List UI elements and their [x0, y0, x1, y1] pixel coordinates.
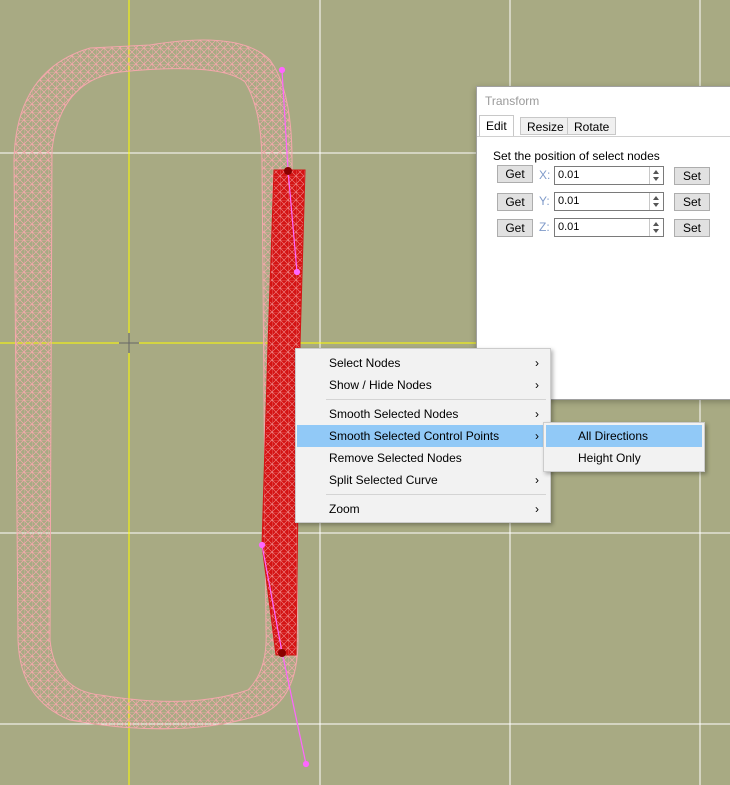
menu-separator	[326, 399, 546, 400]
menu-item-label: Smooth Selected Control Points	[329, 429, 500, 443]
tab-rotate[interactable]: Rotate	[567, 117, 617, 135]
get-z-button[interactable]: Get	[497, 219, 533, 237]
menu-item-label: Select Nodes	[329, 356, 401, 370]
chevron-right-icon: ›	[535, 502, 539, 516]
submenu-item-height-only[interactable]: Height Only	[546, 447, 702, 469]
tab-edit[interactable]: Edit	[479, 115, 514, 137]
tab-resize[interactable]: Resize	[520, 117, 571, 135]
spin-up-icon[interactable]	[653, 170, 659, 174]
origin-cross	[119, 333, 139, 353]
spin-up-icon[interactable]	[653, 222, 659, 226]
menu-item-label: Smooth Selected Nodes	[329, 407, 459, 421]
set-y-button[interactable]: Set	[674, 193, 710, 211]
menu-item-split-selected-curve[interactable]: Split Selected Curve ›	[297, 469, 549, 491]
track-mesh[interactable]	[13, 39, 299, 730]
chevron-right-icon: ›	[535, 356, 539, 370]
chevron-right-icon: ›	[535, 429, 539, 443]
menu-item-remove-selected-nodes[interactable]: Remove Selected Nodes	[297, 447, 549, 469]
get-x-button[interactable]: Get	[497, 165, 533, 183]
menu-item-select-nodes[interactable]: Select Nodes ›	[297, 352, 549, 374]
menu-item-label: Split Selected Curve	[329, 473, 438, 487]
menu-item-label: Zoom	[329, 502, 360, 516]
z-axis-label: Z:	[539, 220, 550, 234]
x-axis-label: X:	[539, 168, 551, 182]
spin-up-icon[interactable]	[653, 196, 659, 200]
context-menu: Select Nodes › Show / Hide Nodes › Smoot…	[295, 348, 551, 523]
x-value: 0.01	[558, 169, 580, 181]
z-value: 0.01	[558, 221, 580, 233]
chevron-right-icon: ›	[535, 473, 539, 487]
tab-divider	[477, 136, 730, 137]
y-value: 0.01	[558, 195, 580, 207]
edit-caption: Set the position of select nodes	[493, 149, 660, 163]
menu-item-show-hide-nodes[interactable]: Show / Hide Nodes ›	[297, 374, 549, 396]
y-axis-label: Y:	[539, 194, 550, 208]
z-spinner[interactable]	[649, 219, 663, 236]
x-spinner[interactable]	[649, 167, 663, 184]
submenu-item-all-directions[interactable]: All Directions	[546, 425, 702, 447]
set-x-button[interactable]: Set	[674, 167, 710, 185]
smooth-control-points-submenu: All Directions Height Only	[543, 422, 705, 472]
spin-down-icon[interactable]	[653, 203, 659, 207]
menu-item-zoom[interactable]: Zoom ›	[297, 498, 549, 520]
spin-down-icon[interactable]	[653, 229, 659, 233]
y-spinner[interactable]	[649, 193, 663, 210]
window-title: Transform	[485, 94, 540, 108]
get-y-button[interactable]: Get	[497, 193, 533, 211]
chevron-right-icon: ›	[535, 407, 539, 421]
x-value-field[interactable]: 0.01	[554, 166, 664, 185]
menu-item-smooth-control-points[interactable]: Smooth Selected Control Points ›	[297, 425, 549, 447]
menu-item-label: Show / Hide Nodes	[329, 378, 432, 392]
menu-item-label: All Directions	[578, 429, 649, 443]
set-z-button[interactable]: Set	[674, 219, 710, 237]
menu-separator	[326, 494, 546, 495]
z-value-field[interactable]: 0.01	[554, 218, 664, 237]
chevron-right-icon: ›	[535, 378, 539, 392]
y-value-field[interactable]: 0.01	[554, 192, 664, 211]
spin-down-icon[interactable]	[653, 177, 659, 181]
menu-item-label: Height Only	[578, 451, 641, 465]
menu-item-smooth-selected-nodes[interactable]: Smooth Selected Nodes ›	[297, 403, 549, 425]
menu-item-label: Remove Selected Nodes	[329, 451, 462, 465]
